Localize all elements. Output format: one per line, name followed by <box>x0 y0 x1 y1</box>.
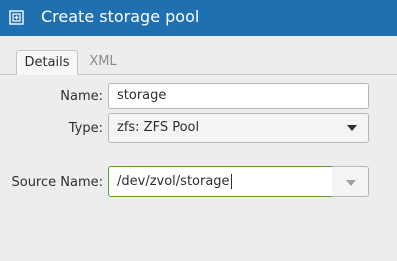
chevron-down-icon <box>347 125 357 131</box>
source-name-dropdown-button[interactable] <box>332 166 369 197</box>
window-title: Create storage pool <box>41 7 200 26</box>
type-dropdown[interactable]: zfs: ZFS Pool <box>108 113 369 143</box>
source-name-label: Source Name: <box>11 175 103 190</box>
name-label: Name: <box>60 89 103 104</box>
type-label: Type: <box>68 121 103 136</box>
type-dropdown-value: zfs: ZFS Pool <box>117 120 200 135</box>
window-icon[interactable] <box>9 10 24 25</box>
title-bar: Create storage pool <box>0 0 397 36</box>
tab-xml[interactable]: XML <box>82 50 124 75</box>
source-name-value: /dev/zvol/storage <box>117 174 230 189</box>
chevron-down-icon <box>346 180 356 186</box>
text-cursor <box>230 174 232 189</box>
tab-details[interactable]: Details <box>16 50 78 75</box>
source-name-input[interactable]: /dev/zvol/storage <box>108 166 333 197</box>
name-input[interactable]: storage <box>108 83 369 109</box>
